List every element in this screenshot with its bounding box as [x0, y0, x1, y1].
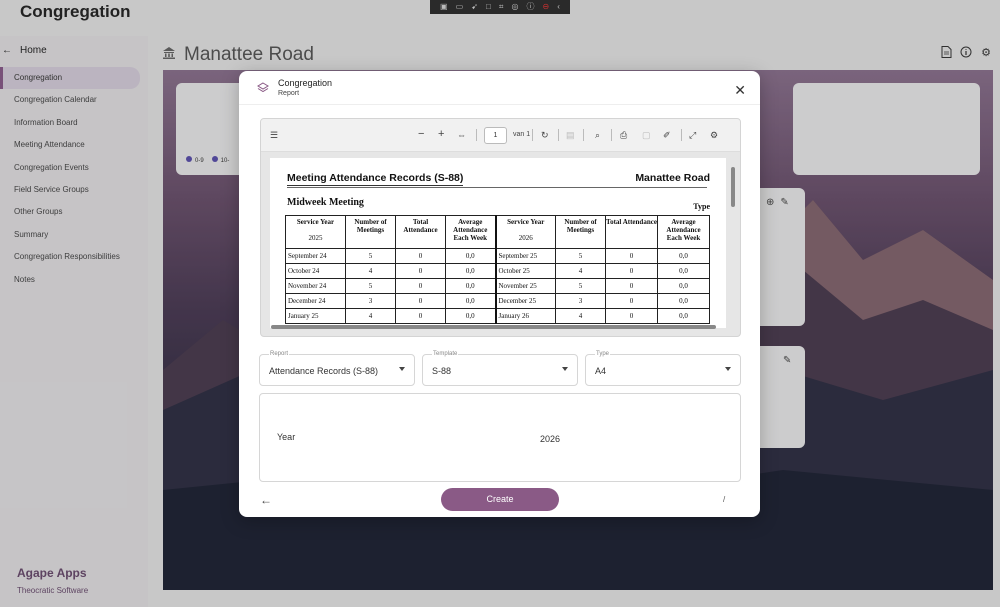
zoom-in-icon[interactable]: + [438, 129, 444, 140]
type-select-value: A4 [595, 366, 607, 376]
create-button[interactable]: Create [441, 488, 559, 511]
page-view-icon[interactable]: ▤ [566, 129, 575, 141]
page-count-label: van 1 [513, 131, 531, 138]
pdf-page: Meeting Attendance Records (S-88) Manatt… [270, 158, 726, 328]
column-header: Average Attendance Each Week [657, 215, 710, 249]
outline-toggle-icon[interactable]: ☰ [270, 129, 278, 141]
document-title: Meeting Attendance Records (S-88) [287, 172, 464, 186]
annotate-icon[interactable]: ✐ [663, 129, 671, 141]
fit-width-icon[interactable]: ⇔ [457, 129, 466, 141]
column-header: Number of Meetings [345, 215, 396, 249]
title-rule [287, 187, 707, 188]
vertical-scrollbar[interactable] [731, 167, 735, 207]
table-row: December 24 3 0 0,0 December 25 3 0 0,0 [285, 293, 710, 309]
type-select-label: Type [595, 350, 611, 358]
search-icon[interactable]: ⌕ [595, 129, 600, 141]
pdf-toolbar: ☰ − + ⇔ 1 van 1 ↻ ▤ ⌕ ⎙ ▢ ✐ ⤢ ⚙ [261, 119, 740, 152]
column-header: Average Attendance Each Week [445, 215, 496, 249]
page-slash: / [723, 495, 726, 504]
save-icon[interactable]: ▢ [642, 129, 651, 141]
page-number-input[interactable]: 1 [484, 127, 507, 144]
report-parameters: Year 2026 [259, 393, 741, 482]
fullscreen-icon[interactable]: ⤢ [689, 129, 696, 141]
year-label: Year [277, 432, 296, 442]
type-label: Type [693, 202, 710, 211]
column-header: Number of Meetings [555, 215, 606, 249]
document-congregation: Manattee Road [635, 172, 710, 184]
close-icon[interactable]: ✕ [734, 83, 746, 97]
chevron-down-icon [562, 367, 568, 371]
table-row: October 24 4 0 0,0 October 25 4 0 0,0 [285, 263, 710, 279]
column-header: Total Attendance [605, 215, 658, 249]
year-value[interactable]: 2026 [540, 434, 560, 444]
attendance-table: Service Year 2025 Number of Meetings Tota… [285, 215, 710, 324]
column-header: Total Attendance [395, 215, 446, 249]
report-select-label: Report [269, 350, 290, 358]
column-header: Service Year 2026 [494, 215, 556, 249]
report-dialog: Congregation Report ✕ ☰ − + ⇔ 1 van 1 ↻ … [239, 71, 760, 517]
back-arrow-icon[interactable]: ← [260, 493, 272, 507]
dialog-header: Congregation Report ✕ [239, 71, 760, 105]
dialog-title: Congregation [278, 78, 333, 88]
zoom-out-icon[interactable]: − [418, 129, 424, 140]
table-row: September 24 5 0 0,0 September 25 5 0 0,0 [285, 248, 710, 264]
template-select-label: Template [432, 350, 459, 358]
print-icon[interactable]: ⎙ [620, 129, 627, 141]
report-select[interactable]: Report Attendance Records (S-88) [259, 350, 415, 386]
pdf-viewer: ☰ − + ⇔ 1 van 1 ↻ ▤ ⌕ ⎙ ▢ ✐ ⤢ ⚙ Meeting … [260, 118, 741, 337]
table-row: November 24 5 0 0,0 November 25 5 0 0,0 [285, 278, 710, 294]
type-select[interactable]: Type A4 [585, 350, 741, 386]
horizontal-scrollbar[interactable] [271, 325, 716, 329]
chevron-down-icon [725, 367, 731, 371]
chevron-down-icon [399, 367, 405, 371]
table-row: January 25 4 0 0,0 January 26 4 0 0,0 [285, 308, 710, 324]
template-select-value: S-88 [432, 366, 452, 376]
table-header-row: Service Year 2025 Number of Meetings Tota… [285, 215, 710, 249]
section-title: Midweek Meeting [287, 197, 364, 208]
layers-icon [257, 81, 269, 93]
column-header: Service Year 2025 [285, 215, 346, 249]
report-select-value: Attendance Records (S-88) [269, 366, 379, 376]
rotate-icon[interactable]: ↻ [541, 129, 549, 141]
viewer-settings-icon[interactable]: ⚙ [710, 129, 718, 141]
dialog-subtitle: Report [278, 90, 300, 97]
template-select[interactable]: Template S-88 [422, 350, 578, 386]
